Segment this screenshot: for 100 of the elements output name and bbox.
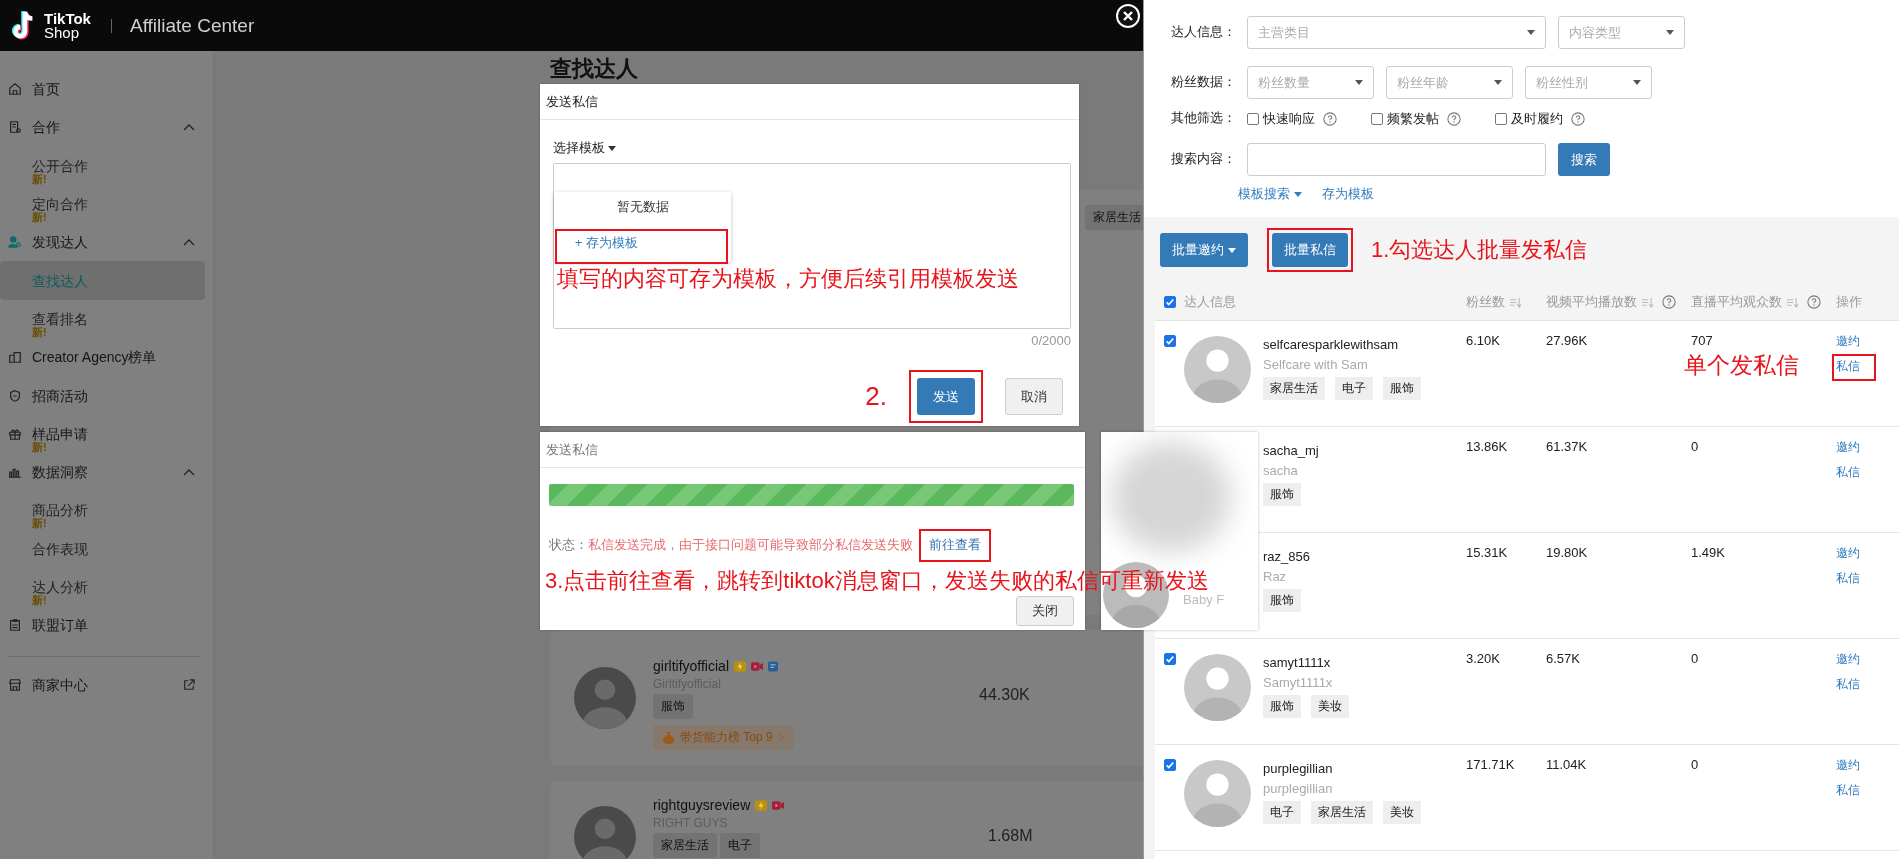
close-button[interactable]: 关闭	[1016, 596, 1074, 626]
new-label: 新!	[32, 517, 47, 530]
column-header: 粉丝数	[1466, 293, 1505, 311]
action-link[interactable]: 私信	[1832, 460, 1876, 487]
sidebar-label: 商家中心	[32, 676, 88, 693]
action-link[interactable]: 邀约	[1832, 541, 1876, 568]
action-link[interactable]: 邀约	[1832, 753, 1876, 780]
checkbox[interactable]	[1247, 112, 1259, 125]
view-link[interactable]: 前往查看	[919, 529, 991, 562]
dialog-button[interactable]: 取消	[1005, 378, 1063, 415]
dialog-button[interactable]: 发送	[917, 378, 975, 415]
sidebar-item[interactable]: 合作	[0, 108, 205, 147]
sidebar-label: 联盟订单	[32, 617, 88, 634]
doc-icon	[8, 120, 22, 135]
tag: 家居生活	[653, 833, 717, 858]
action-link[interactable]: 私信	[1832, 672, 1876, 699]
checkbox[interactable]	[1163, 296, 1176, 308]
checkbox[interactable]	[1163, 335, 1176, 347]
sidebar-subitem[interactable]: 定向合作 新!	[0, 184, 205, 224]
sidebar-item[interactable]: 发现达人	[0, 223, 205, 262]
sidebar-subitem[interactable]: 公开合作 新!	[0, 146, 205, 185]
batch-button[interactable]: 批量邀约	[1160, 233, 1248, 267]
link[interactable]: 模板搜索	[1238, 186, 1302, 203]
search-button[interactable]: 搜索	[1558, 143, 1610, 176]
chevron-icon[interactable]	[183, 238, 195, 247]
sidebar-item[interactable]: 商家中心	[0, 665, 205, 704]
shield-icon	[8, 388, 22, 403]
sidebar-item[interactable]: 样品申请 新!	[0, 414, 205, 453]
sidebar-label: 发现达人	[32, 234, 88, 251]
checkbox[interactable]	[1163, 759, 1176, 771]
table-cell: 11.04K	[1546, 757, 1587, 772]
tag: 服饰	[1263, 483, 1301, 506]
chevron-icon[interactable]	[183, 468, 195, 477]
help-icon[interactable]	[1447, 111, 1461, 126]
action-link[interactable]: 私信	[1832, 354, 1876, 381]
sidebar-label: 样品申请	[32, 425, 88, 442]
checkbox[interactable]	[1163, 653, 1176, 665]
sidebar-item[interactable]: 数据洞察	[0, 452, 205, 492]
table-cell: 13.86K	[1466, 439, 1508, 454]
table-cell: 15.31K	[1466, 545, 1508, 560]
help-icon[interactable]	[1571, 111, 1585, 126]
action-link[interactable]: 私信	[1832, 778, 1876, 805]
table-cell: 3.20K	[1466, 651, 1500, 666]
save-template-option[interactable]: + 存为模板	[555, 229, 728, 264]
column-header: 达人信息	[1184, 293, 1236, 311]
tag: 服饰	[653, 694, 693, 719]
table-cell: 27.96K	[1546, 333, 1588, 348]
dialog-title: 发送私信	[540, 432, 1085, 468]
video-icon	[751, 660, 763, 672]
table-cell-text: 0	[1691, 757, 1700, 772]
search-field[interactable]	[1247, 143, 1546, 176]
table-cell-text: 0	[1691, 439, 1700, 454]
select-field[interactable]: 粉丝性别	[1525, 66, 1652, 99]
table-cell: 171.71K	[1466, 757, 1515, 772]
table-cell: 6.57K	[1546, 651, 1580, 666]
sidebar-item[interactable]: 招商活动	[0, 376, 205, 415]
checkbox[interactable]	[1371, 112, 1383, 125]
username: samyt1111x	[1263, 655, 1332, 670]
sidebar-subitem[interactable]: 查看排名 新!	[0, 299, 205, 339]
help-icon[interactable]	[1662, 295, 1676, 309]
sidebar-subitem[interactable]: 达人分析 新!	[0, 567, 205, 607]
checkbox[interactable]	[1495, 112, 1507, 125]
action-link[interactable]: 邀约	[1832, 647, 1876, 674]
tag: 美妆	[1311, 695, 1349, 718]
new-label: 新!	[32, 325, 47, 338]
username: purplegillian	[1263, 761, 1334, 776]
help-icon[interactable]	[1807, 295, 1821, 309]
help-icon[interactable]	[1323, 111, 1337, 126]
display-name: Selfcare with Sam	[1263, 357, 1369, 372]
tag: 服饰	[1263, 589, 1301, 612]
sidebar-label: 首页	[32, 81, 60, 98]
sidebar-subitem[interactable]: 合作表现	[0, 529, 205, 568]
sidebar-item[interactable]: Creator Agency榜单	[0, 338, 205, 377]
sidebar-item[interactable]: 联盟订单	[0, 606, 205, 645]
new-label: 新!	[32, 440, 47, 453]
sidebar-subitem[interactable]: 商品分析 新!	[0, 491, 205, 530]
select-field[interactable]: 粉丝数量	[1247, 66, 1374, 99]
follower-count: 44.30K	[979, 686, 1030, 704]
select-field[interactable]: 主营类目	[1247, 16, 1546, 49]
select-field[interactable]: 粉丝年龄	[1386, 66, 1513, 99]
building-icon	[8, 350, 22, 365]
action-link[interactable]: 私信	[1832, 566, 1876, 593]
external-link-icon	[183, 678, 195, 691]
tag: 电子	[1263, 801, 1301, 824]
sidebar-item[interactable]: 首页	[0, 70, 205, 109]
sidebar-label: 定向合作	[32, 196, 88, 213]
chevron-icon[interactable]	[183, 123, 195, 132]
action-link[interactable]: 邀约	[1832, 329, 1876, 356]
display-name: sacha	[1263, 463, 1299, 478]
checkbox-label: 快速响应	[1263, 109, 1315, 128]
tag: 美妆	[1383, 801, 1421, 824]
action-link[interactable]: 邀约	[1832, 435, 1876, 462]
new-label: 新!	[32, 172, 47, 185]
table-cell: 6.10K	[1466, 333, 1500, 348]
template-dropdown[interactable]: 选择模板	[553, 140, 616, 157]
batch-button[interactable]: 批量私信	[1272, 233, 1348, 267]
column-header: 直播平均观众数	[1691, 293, 1782, 311]
sidebar-label: 合作	[32, 119, 60, 136]
link[interactable]: 存为模板	[1322, 186, 1374, 203]
select-field[interactable]: 内容类型	[1558, 16, 1685, 49]
